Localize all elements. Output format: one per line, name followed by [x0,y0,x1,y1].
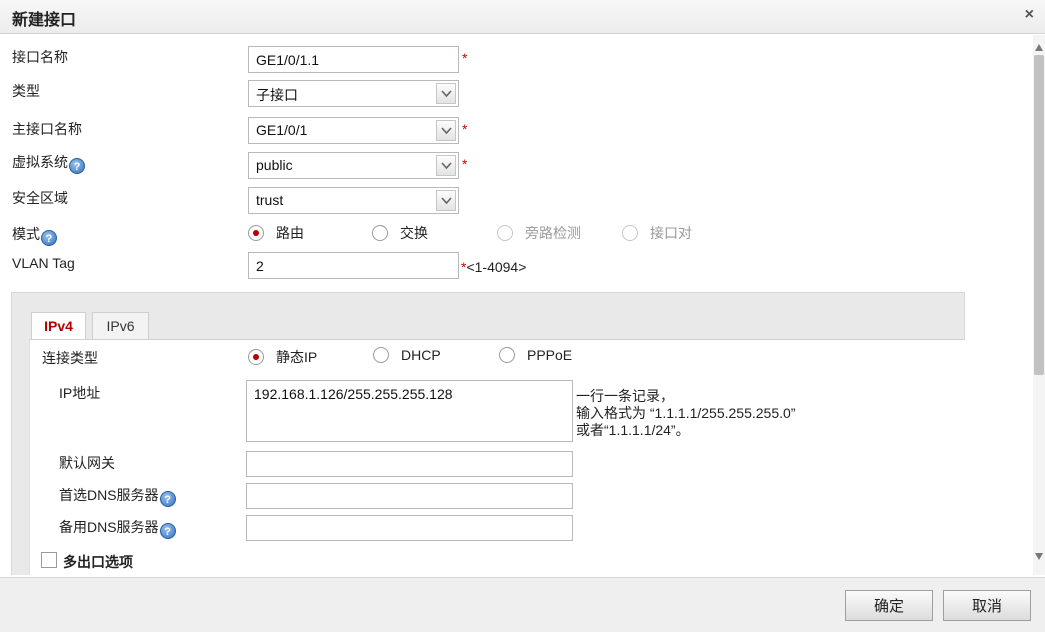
mode-radio-interface-pair: 接口对 [622,223,692,243]
help-icon[interactable]: ? [41,230,57,246]
secondary-dns-label: 备用DNS服务器? [59,517,176,539]
default-gateway-input[interactable] [246,451,573,477]
multi-egress-checkbox[interactable] [41,552,57,568]
help-icon[interactable]: ? [69,158,85,174]
dialog-content: 接口名称 * 类型 子接口 主接口名称 GE1/0/1 * 虚拟系统? publ… [0,35,1033,575]
radio-icon [499,347,515,363]
hint-line: 或者“1.1.1.1/24”。 [576,422,690,438]
radio-selected-icon [248,225,264,241]
required-marker: * [462,50,468,66]
parent-interface-value: GE1/0/1 [256,122,308,138]
help-icon[interactable]: ? [159,523,176,539]
ip-address-label: IP地址 [59,385,101,401]
connection-radio-dhcp[interactable]: DHCP [373,347,441,363]
vlan-tag-label: VLAN Tag [12,255,75,271]
primary-dns-input[interactable] [246,483,573,509]
radio-icon [373,347,389,363]
connection-type-label: 连接类型 [42,350,98,366]
tab-ipv6[interactable]: IPv6 [92,312,149,340]
tab-ipv4[interactable]: IPv4 [31,312,86,341]
type-label: 类型 [12,83,40,99]
parent-interface-select[interactable]: GE1/0/1 [248,117,459,144]
chevron-down-icon [436,155,456,176]
security-zone-value: trust [256,192,284,208]
primary-dns-label-text: 首选DNS服务器 [59,487,159,503]
radio-icon [497,225,513,241]
connection-radio-label: 静态IP [276,349,318,365]
interface-name-input[interactable] [248,46,459,73]
chevron-down-icon [436,83,456,104]
dialog-footer: 确定 取消 [0,577,1045,632]
radio-icon [622,225,638,241]
mode-radio-switch[interactable]: 交换 [372,223,428,243]
radio-selected-icon [248,349,264,365]
vlan-tag-input[interactable] [248,252,459,279]
virtual-system-value: public [256,157,293,173]
radio-icon [372,225,388,241]
help-icon[interactable]: ? [159,491,176,507]
type-select-value: 子接口 [256,87,298,103]
vertical-scrollbar[interactable] [1033,35,1045,575]
connection-radio-pppoe[interactable]: PPPoE [499,347,572,363]
dialog-title: 新建接口 [12,12,77,29]
hint-line: 输入格式为 “1.1.1.1/255.255.255.0” [576,405,796,421]
secondary-dns-label-text: 备用DNS服务器 [59,519,159,535]
scroll-up-icon[interactable] [1035,44,1043,51]
chevron-down-icon [436,190,456,211]
interface-name-label: 接口名称 [12,49,68,65]
vlan-tag-range: <1-4094> [466,259,527,275]
ip-settings-panel: IPv4 IPv6 连接类型 静态IP DHCP PPPoE IP地址 192.… [11,292,965,575]
virtual-system-label-text: 虚拟系统 [12,154,68,170]
mode-radio-label: 交换 [400,225,428,241]
mode-radio-bypass: 旁路检测 [497,223,581,243]
vlan-tag-range-hint: *<1-4094> [461,259,526,275]
mode-radio-label: 旁路检测 [525,225,581,241]
primary-dns-label: 首选DNS服务器? [59,485,176,507]
mode-label-text: 模式 [12,226,40,242]
ip-address-format-hint: 一行一条记录， 输入格式为 “1.1.1.1/255.255.255.0” 或者… [576,388,795,439]
parent-interface-label: 主接口名称 [12,121,82,137]
connection-radio-label: DHCP [401,347,441,363]
dialog-titlebar: 新建接口 × [0,0,1045,34]
default-gateway-label: 默认网关 [59,455,115,471]
virtual-system-label: 虚拟系统? [12,152,85,174]
multi-egress-label: 多出口选项 [63,554,133,570]
hint-line: 一行一条记录， [576,388,674,404]
mode-radio-label: 接口对 [650,225,692,241]
security-zone-label: 安全区域 [12,190,68,206]
chevron-down-icon [436,120,456,141]
mode-radio-route[interactable]: 路由 [248,223,304,243]
secondary-dns-input[interactable] [246,515,573,541]
cancel-button[interactable]: 取消 [943,590,1031,621]
ip-address-textarea[interactable]: 192.168.1.126/255.255.255.128 [246,380,573,442]
ipv4-panel-body: 连接类型 静态IP DHCP PPPoE IP地址 192.168.1.126/… [29,339,965,575]
mode-label: 模式? [12,224,57,246]
type-select[interactable]: 子接口 [248,80,459,107]
virtual-system-select[interactable]: public [248,152,459,179]
required-marker: * [462,156,468,172]
required-marker: * [462,121,468,137]
close-icon[interactable]: × [1025,6,1034,24]
scrollbar-thumb[interactable] [1034,55,1044,375]
scroll-down-icon[interactable] [1035,553,1043,560]
security-zone-select[interactable]: trust [248,187,459,214]
new-interface-dialog: 新建接口 × 接口名称 * 类型 子接口 主接口名称 GE1/0/1 * 虚拟系… [0,0,1045,632]
connection-radio-static[interactable]: 静态IP [248,347,317,367]
connection-radio-label: PPPoE [527,347,573,363]
ok-button[interactable]: 确定 [845,590,933,621]
mode-radio-label: 路由 [276,225,304,241]
